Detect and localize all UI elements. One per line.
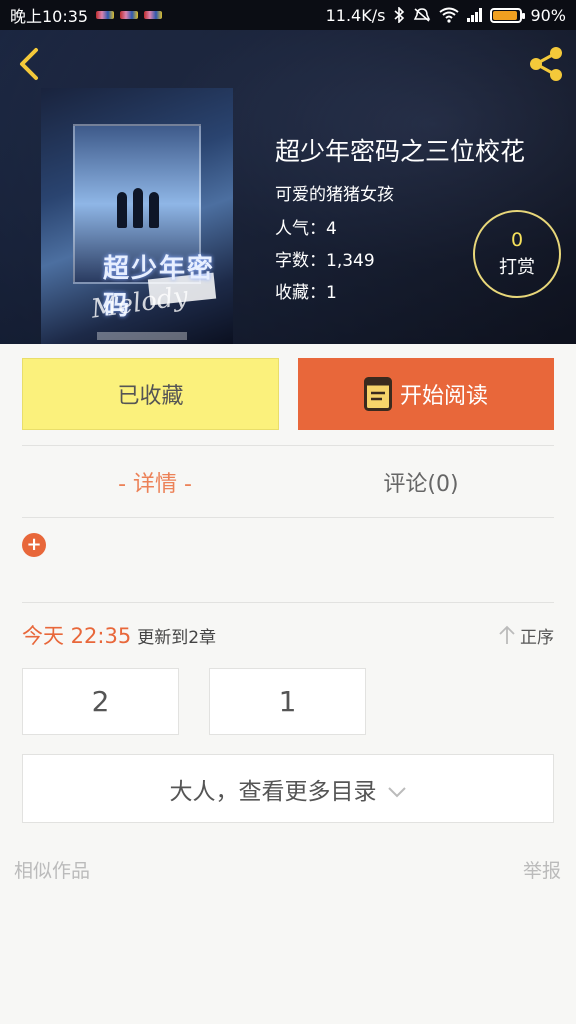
status-time: 晚上10:35 [10,7,89,26]
sort-order-label: 正序 [520,627,554,648]
word-count: 字数：1,349 [275,251,375,271]
popularity-count: 人气：4 [275,219,337,239]
action-row: 已收藏 开始阅读 [22,358,554,430]
more-toc-button[interactable]: 大人，查看更多目录 [22,754,554,823]
more-toc-label: 大人，查看更多目录 [169,778,377,805]
favorites-count: 收藏：1 [275,283,337,303]
battery-icon [490,7,526,23]
mute-icon [414,8,431,22]
chapter-item[interactable]: 2 [22,668,179,735]
update-time: 今天 22:35 [22,624,132,648]
status-bar: 晚上10:35 11.4K/s 90% [0,0,576,30]
similar-works-label: 相似作品 [14,860,91,882]
back-icon[interactable] [14,46,44,82]
book-cover[interactable]: 超少年密码 Melody [41,88,233,344]
tab-bar: - 详情 - 评论(0) [22,446,554,518]
notification-icons [96,11,163,19]
chevron-down-icon [387,786,406,797]
cover-footer [97,332,187,340]
battery-percent: 90% [530,5,566,25]
start-reading-label: 开始阅读 [399,384,488,409]
cover-figures [113,178,163,228]
expand-plus-icon[interactable]: + [22,533,46,557]
book-icon [363,377,392,411]
wifi-icon [439,7,460,23]
sort-order-toggle[interactable]: 正序 [498,623,554,648]
start-reading-button[interactable]: 开始阅读 [298,358,554,430]
divider [22,602,554,603]
tab-details[interactable]: - 详情 - [22,446,288,518]
divider [22,517,554,518]
share-icon[interactable] [526,44,566,84]
collected-button[interactable]: 已收藏 [22,358,279,430]
update-text: 更新到2章 [137,627,217,648]
network-speed: 11.4K/s [325,5,386,25]
tip-button[interactable]: 0 打赏 [473,210,561,298]
book-author[interactable]: 可爱的猪猪女孩 [275,180,394,205]
tip-label: 打赏 [499,257,535,279]
arrow-up-icon [499,625,515,644]
book-title: 超少年密码之三位校花 [275,137,526,166]
signal-icon [467,8,483,22]
report-link[interactable]: 举报 [523,856,561,883]
collected-label: 已收藏 [117,384,184,409]
bluetooth-icon [394,7,405,23]
tab-comments[interactable]: 评论(0) [288,446,554,518]
tip-count: 0 [510,228,524,251]
update-row: 今天 22:35 更新到2章 正序 [22,620,554,650]
chapter-item[interactable]: 1 [209,668,366,735]
book-header: 超少年密码 Melody 超少年密码之三位校花 可爱的猪猪女孩 人气：4 字数：… [0,30,576,344]
